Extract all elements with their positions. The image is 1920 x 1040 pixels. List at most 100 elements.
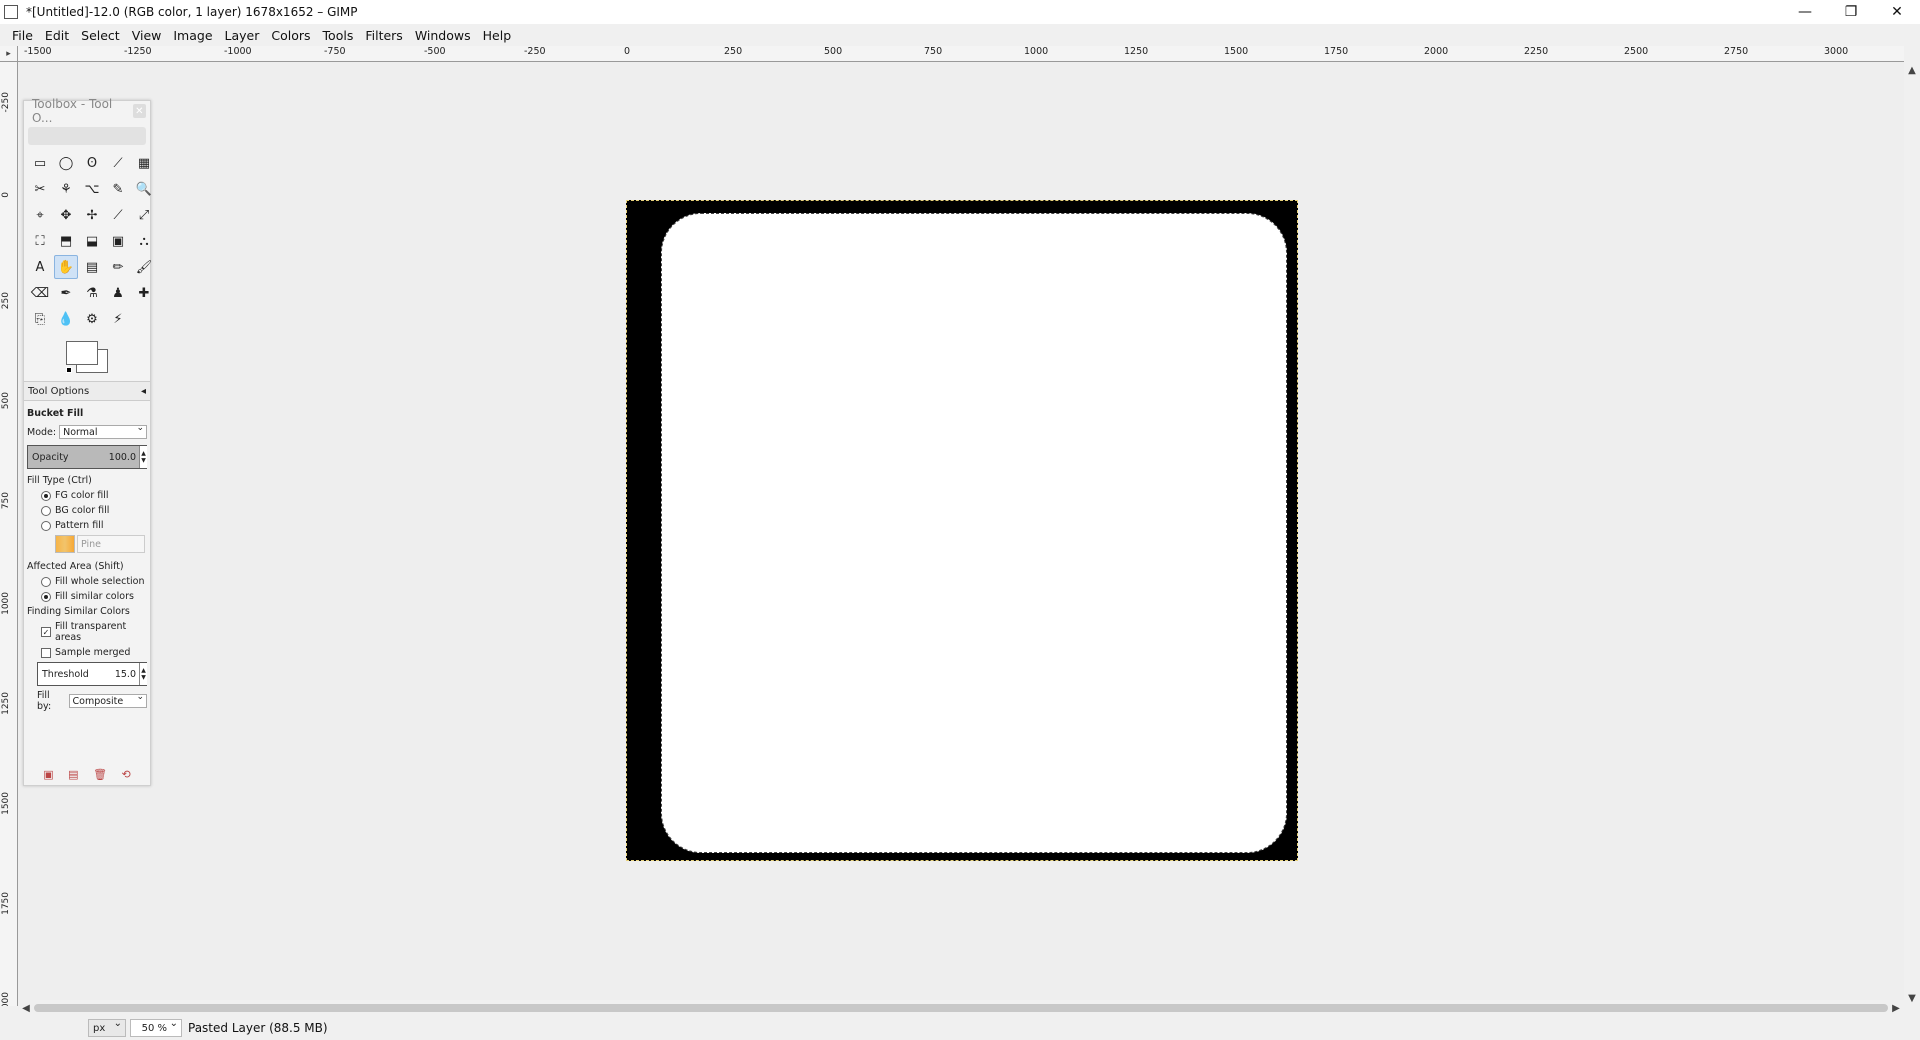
tool-icon[interactable]: ▭ [28, 151, 52, 175]
horizontal-scroll-thumb[interactable] [34, 1004, 1888, 1012]
menu-edit[interactable]: Edit [39, 28, 75, 43]
mode-select[interactable]: Normal [59, 423, 147, 439]
fill-whole-option[interactable]: Fill whole selection [27, 576, 147, 587]
opacity-spinner[interactable]: Opacity 100.0 ▲ ▼ [27, 445, 147, 469]
menu-layer[interactable]: Layer [219, 28, 266, 43]
restore-button[interactable]: ❐ [1828, 0, 1874, 24]
vruler-label: 750 [1, 492, 11, 510]
menu-help[interactable]: Help [477, 28, 518, 43]
menu-file[interactable]: File [6, 28, 39, 43]
menu-colors[interactable]: Colors [265, 28, 316, 43]
minimize-button[interactable]: — [1782, 0, 1828, 24]
delete-options-icon[interactable]: 🗑 [93, 768, 107, 781]
threshold-stepper-icon[interactable]: ▲ ▼ [139, 663, 147, 685]
tool-icon[interactable]: ⌥ [80, 177, 104, 201]
tool-icon[interactable]: ʘ [80, 151, 104, 175]
scroll-up-icon[interactable]: ▲ [1904, 62, 1920, 78]
tool-icon[interactable]: ✏ [106, 255, 130, 279]
opacity-stepper-icon[interactable]: ▲ ▼ [139, 446, 147, 468]
foreground-color-swatch[interactable] [66, 341, 98, 365]
fill-transparent-checkbox[interactable]: ✓ [41, 627, 51, 637]
pattern-name[interactable]: Pine [77, 535, 145, 553]
dock-close-icon[interactable]: ✕ [132, 104, 146, 118]
tool-icon[interactable]: ⌖ [28, 203, 52, 227]
tool-icon[interactable]: 💧 [54, 307, 78, 331]
tool-icon[interactable]: ⚘ [54, 177, 78, 201]
tool-icon[interactable]: ⬒ [54, 229, 78, 253]
threshold-spinner[interactable]: Threshold 15.0 ▲ ▼ [37, 662, 147, 686]
vertical-scroll-track[interactable] [1908, 78, 1916, 990]
scroll-right-icon[interactable]: ▶ [1888, 1000, 1904, 1016]
fill-similar-option[interactable]: Fill similar colors [27, 591, 147, 602]
fill-by-select[interactable]: Composite [68, 692, 147, 708]
vertical-ruler[interactable]: -250 0 250 500 750 1000 1250 1500 1750 2000 [0, 62, 18, 1006]
tool-icon[interactable]: ⚡ [106, 307, 130, 331]
hruler-label: 1250 [1124, 46, 1149, 57]
tool-icon[interactable]: ⌫ [28, 281, 52, 305]
scroll-down-icon[interactable]: ▼ [1904, 990, 1920, 1006]
vertical-scrollbar[interactable]: ▲ ▼ [1904, 62, 1920, 1006]
image-canvas[interactable] [626, 200, 1298, 861]
tool-icon[interactable]: ⎘ [28, 307, 52, 331]
tool-icon[interactable]: A [28, 255, 52, 279]
reset-options-icon[interactable]: ⟲ [122, 768, 131, 781]
tool-icon[interactable]: ✢ [80, 203, 104, 227]
tool-icon[interactable]: ♟ [106, 281, 130, 305]
pattern-selector[interactable]: Pine [55, 535, 147, 553]
tool-icon[interactable]: 🖌 [132, 255, 156, 279]
pattern-swatch[interactable] [55, 535, 75, 553]
menu-windows[interactable]: Windows [409, 28, 477, 43]
unit-select[interactable]: px [88, 1018, 126, 1037]
status-message: Pasted Layer (88.5 MB) [188, 1021, 328, 1035]
restore-options-icon[interactable]: ▤ [68, 768, 78, 781]
fill-transparent-option[interactable]: ✓ Fill transparent areas [27, 621, 147, 643]
tool-icon[interactable]: ✥ [54, 203, 78, 227]
fill-bg-radio[interactable] [41, 505, 51, 516]
fill-pattern-radio[interactable] [41, 520, 51, 531]
canvas-area[interactable] [18, 62, 1904, 1006]
tool-icon[interactable]: ▤ [80, 255, 104, 279]
fill-pattern-option[interactable]: Pattern fill [27, 520, 147, 531]
tool-icon[interactable]: ▣ [106, 229, 130, 253]
fill-whole-radio[interactable] [41, 576, 51, 587]
save-options-icon[interactable]: ▣ [43, 768, 53, 781]
fill-bg-option[interactable]: BG color fill [27, 505, 147, 516]
close-button[interactable]: ✕ [1874, 0, 1920, 24]
tool-icon[interactable]: ⚗ [80, 281, 104, 305]
scroll-left-icon[interactable]: ◀ [18, 1000, 34, 1016]
horizontal-ruler[interactable]: -1500 -1250 -1000 -750 -500 -250 0 250 500 750 100… [18, 46, 1904, 62]
fill-fg-option[interactable]: FG color fill [27, 490, 147, 501]
horizontal-scrollbar[interactable]: ◀ ▶ [18, 1000, 1904, 1016]
tool-icon[interactable]: ⟋ [106, 203, 130, 227]
sample-merged-option[interactable]: Sample merged [27, 647, 147, 658]
tool-icon[interactable]: ⟋ [106, 151, 130, 175]
tool-icon[interactable]: ✎ [106, 177, 130, 201]
menu-tools[interactable]: Tools [317, 28, 360, 43]
fill-fg-radio[interactable] [41, 490, 51, 501]
vruler-label: 0 [1, 192, 11, 198]
tool-icon[interactable]: ✒ [54, 281, 78, 305]
menu-select[interactable]: Select [75, 28, 126, 43]
bucket-fill-tool-icon[interactable]: ✋ [54, 255, 78, 279]
tool-icon[interactable]: 🔍 [132, 177, 156, 201]
tool-icon[interactable]: ▦ [132, 151, 156, 175]
menu-view[interactable]: View [126, 28, 168, 43]
tool-options-tab[interactable]: Tool Options ◂ [24, 381, 150, 401]
toolbox-header[interactable]: Toolbox - Tool O... ✕ [24, 97, 150, 125]
tool-icon[interactable]: ✚ [132, 281, 156, 305]
ruler-corner[interactable]: ▸ [0, 46, 18, 62]
menu-filters[interactable]: Filters [359, 28, 408, 43]
tool-icon[interactable]: ⬓ [80, 229, 104, 253]
zoom-select[interactable]: 50 % [130, 1018, 182, 1037]
tool-icon[interactable]: ⛬ [132, 229, 156, 253]
sample-merged-checkbox[interactable] [41, 647, 51, 658]
fill-similar-radio[interactable] [41, 591, 51, 602]
tool-icon[interactable]: ◯ [54, 151, 78, 175]
tool-icon[interactable]: ✂ [28, 177, 52, 201]
menu-image[interactable]: Image [167, 28, 218, 43]
default-colors-icon[interactable] [66, 367, 72, 373]
tool-icon[interactable]: ⛶ [28, 229, 52, 253]
tool-icon[interactable]: ⚙ [80, 307, 104, 331]
tab-menu-icon[interactable]: ◂ [141, 386, 146, 397]
tool-icon[interactable]: ⤢ [132, 203, 156, 227]
